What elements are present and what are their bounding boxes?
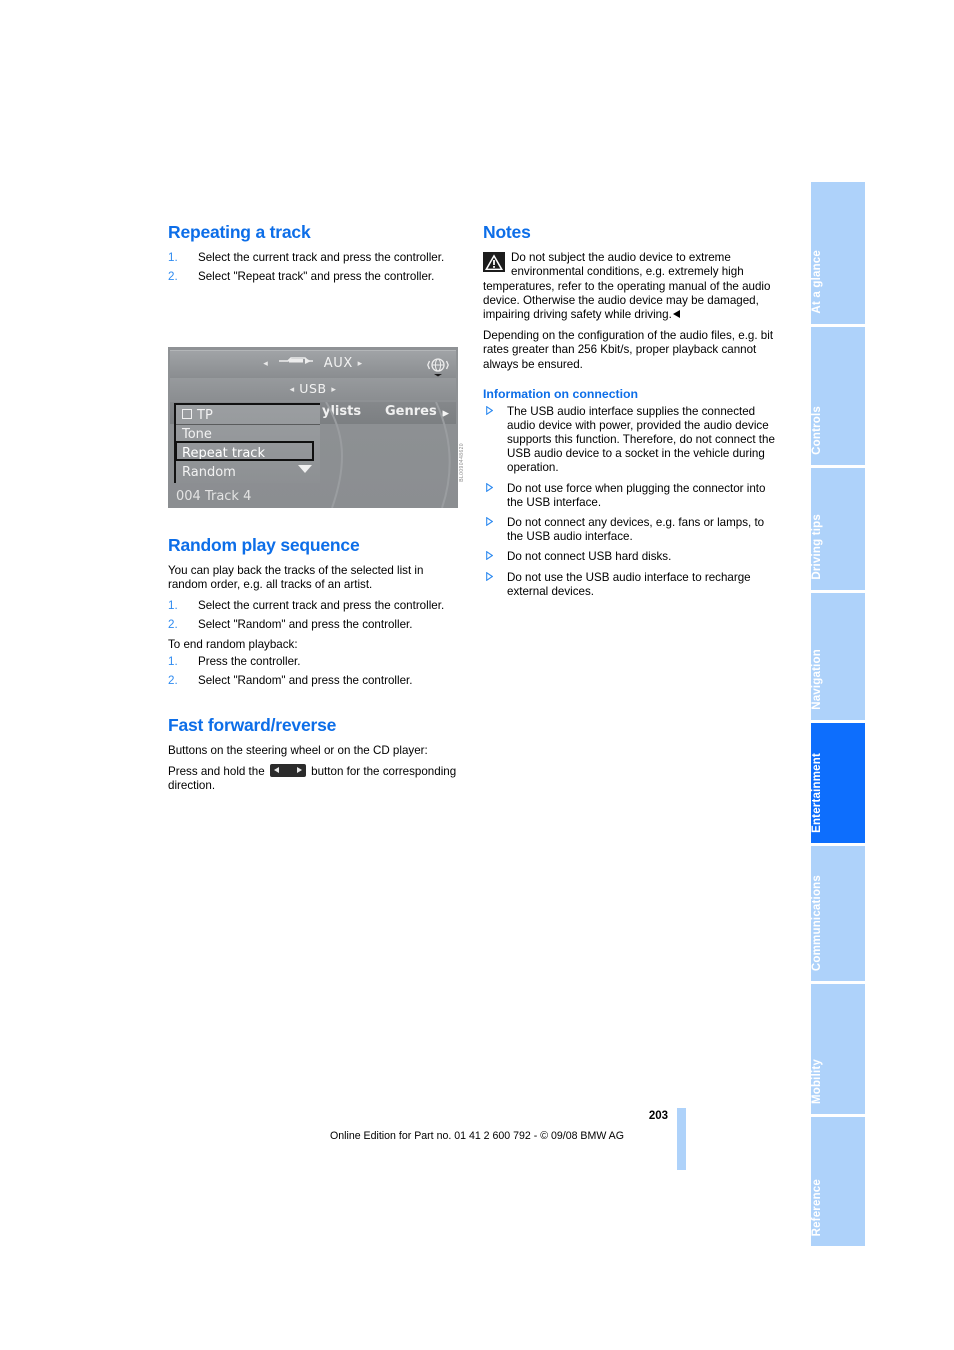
step-text: Select the current track and press the c…: [198, 598, 445, 612]
sidebar-tab-mobility[interactable]: Mobility: [811, 984, 865, 1114]
step-text: Select the current track and press the c…: [198, 251, 445, 265]
step-number: 2.: [168, 674, 178, 688]
fastforward-intro-text: Buttons on the steering wheel or on the …: [168, 743, 428, 757]
list-item: Do not use force when plugging the conne…: [483, 482, 776, 510]
sidebar-tab-label: Communications: [811, 874, 823, 971]
warning-triangle-icon: [483, 252, 505, 273]
left-text-column: Repeating a track 1. Select the current …: [168, 222, 461, 799]
step-text: Select "Random" and press the controller…: [198, 617, 413, 631]
menu-item-label: TP: [197, 408, 213, 423]
step-number: 1.: [168, 598, 178, 612]
repeating-steps-list: 1. Select the current track and press th…: [168, 251, 461, 284]
idrive-status-text: 004 Track 4: [176, 489, 252, 504]
chapter-tab-sidebar: At a glance Controls Driving tips Naviga…: [811, 182, 865, 1249]
random-steps-list: 1. Select the current track and press th…: [168, 599, 461, 632]
end-random-steps-list: 1. Press the controller. 2. Select "Rand…: [168, 655, 461, 688]
idrive-aux-bar: ◂ AUX ▸: [170, 350, 456, 378]
triangle-bullet-icon: [486, 571, 493, 581]
right-text-column: Notes Do not subject the audio device to…: [483, 222, 776, 605]
footer-legal-text: Online Edition for Part no. 01 41 2 600 …: [329, 1130, 624, 1142]
left-arrow-icon: ◂: [263, 359, 269, 369]
step-number: 1.: [168, 251, 178, 265]
sidebar-tab-at-a-glance[interactable]: At a glance: [811, 182, 865, 324]
sidebar-tab-controls[interactable]: Controls: [811, 327, 865, 465]
idrive-usb-label: USB: [299, 381, 327, 396]
menu-item-random: Random: [182, 465, 236, 480]
fastforward-text-before: Press and hold the: [168, 765, 265, 779]
forward-triangle-icon: [296, 767, 302, 774]
idrive-display: ◂ AUX ▸ ◂ USB ▸ ylists Genres ▸ TP Tone …: [168, 347, 458, 508]
step-number: 2.: [168, 617, 178, 631]
fastforward-instruction: Press and hold the button for the corres…: [168, 764, 461, 793]
idrive-usb-bar: ◂ USB ▸: [170, 378, 456, 400]
left-arrow-icon: ◂: [289, 385, 295, 395]
list-item: The USB audio interface supplies the con…: [483, 405, 776, 476]
checkbox-icon: [182, 409, 192, 419]
step-text: Press the controller.: [198, 655, 301, 669]
list-item: 1. Select the current track and press th…: [168, 251, 461, 265]
sidebar-tab-label: Driving tips: [811, 514, 823, 580]
heading-repeating-a-track: Repeating a track: [168, 222, 311, 242]
aux-cable-icon: [278, 356, 314, 365]
seek-button-icon: [269, 764, 306, 778]
step-number: 1.: [168, 655, 178, 669]
triangle-bullet-icon: [486, 482, 493, 492]
bullet-text: Do not connect any devices, e.g. fans or…: [507, 515, 765, 544]
right-arrow-icon: ▸: [357, 359, 363, 369]
config-note-text: Depending on the configuration of the au…: [483, 329, 774, 371]
idrive-aux-label: AUX: [323, 356, 353, 371]
list-item: 1. Press the controller.: [168, 655, 461, 669]
end-random-label: To end random playback:: [168, 638, 298, 652]
sidebar-tab-label: At a glance: [811, 250, 823, 314]
connection-bullet-list: The USB audio interface supplies the con…: [483, 405, 776, 599]
step-number: 2.: [168, 270, 178, 284]
warning-text: Do not subject the audio device to extre…: [483, 251, 771, 321]
right-arrow-icon: ▸: [331, 385, 337, 395]
heading-notes: Notes: [483, 222, 531, 242]
sidebar-tab-communications[interactable]: Communications: [811, 846, 865, 981]
sidebar-tab-label: Navigation: [811, 649, 823, 710]
list-item: 2. Select "Random" and press the control…: [168, 618, 461, 632]
figure-reference-code: BL0090448620: [459, 443, 465, 482]
triangle-bullet-icon: [486, 551, 493, 561]
triangle-bullet-icon: [486, 516, 493, 526]
idrive-context-menu: TP Tone Repeat track Random: [174, 403, 320, 483]
list-item: Do not use the USB audio interface to re…: [483, 571, 776, 599]
triangle-bullet-icon: [486, 405, 493, 415]
bullet-text: The USB audio interface supplies the con…: [507, 404, 775, 475]
sidebar-tab-navigation[interactable]: Navigation: [811, 593, 865, 720]
sidebar-tab-driving-tips[interactable]: Driving tips: [811, 468, 865, 590]
heading-information-on-connection: Information on connection: [483, 386, 639, 401]
heading-random-play-sequence: Random play sequence: [168, 535, 360, 556]
step-text: Select "Repeat track" and press the cont…: [198, 270, 435, 284]
sidebar-tab-label: Controls: [811, 406, 823, 455]
sidebar-tab-entertainment[interactable]: Entertainment: [811, 723, 865, 843]
random-intro-text: You can play back the tracks of the sele…: [168, 564, 424, 592]
list-item: 2. Select "Repeat track" and press the c…: [168, 270, 461, 284]
sidebar-tab-label: Entertainment: [811, 753, 823, 833]
heading-fast-forward-reverse: Fast forward/reverse: [168, 714, 337, 735]
list-item: Do not connect USB hard disks.: [483, 550, 776, 564]
bullet-text: Do not use the USB audio interface to re…: [507, 570, 751, 598]
warning-note: Do not subject the audio device to extre…: [483, 251, 776, 322]
sidebar-tab-label: Mobility: [811, 1058, 823, 1104]
rewind-triangle-icon: [273, 767, 279, 774]
list-item: 2. Select "Random" and press the control…: [168, 674, 461, 688]
bullet-text: Do not use force when plugging the conne…: [507, 481, 766, 509]
idrive-screenshot-figure: ◂ AUX ▸ ◂ USB ▸ ylists Genres ▸ TP Tone …: [168, 347, 466, 508]
page-number: 203: [648, 1110, 668, 1122]
scroll-down-arrow-icon: [298, 465, 312, 473]
menu-item-tp: TP: [182, 406, 213, 425]
sidebar-tab-label: Reference: [811, 1178, 823, 1236]
list-item: Do not connect any devices, e.g. fans or…: [483, 516, 776, 544]
idrive-aux-label-row: ◂ AUX ▸: [170, 356, 456, 371]
step-text: Select "Random" and press the controller…: [198, 674, 413, 688]
list-item: 1. Select the current track and press th…: [168, 599, 461, 613]
decorative-curve: [308, 402, 458, 508]
manual-page: Repeating a track 1. Select the current …: [0, 0, 954, 1350]
globe-icon: [427, 355, 449, 377]
menu-selection-highlight: [175, 441, 314, 461]
note-end-marker-icon: [672, 309, 680, 318]
bullet-text: Do not connect USB hard disks.: [507, 550, 672, 564]
